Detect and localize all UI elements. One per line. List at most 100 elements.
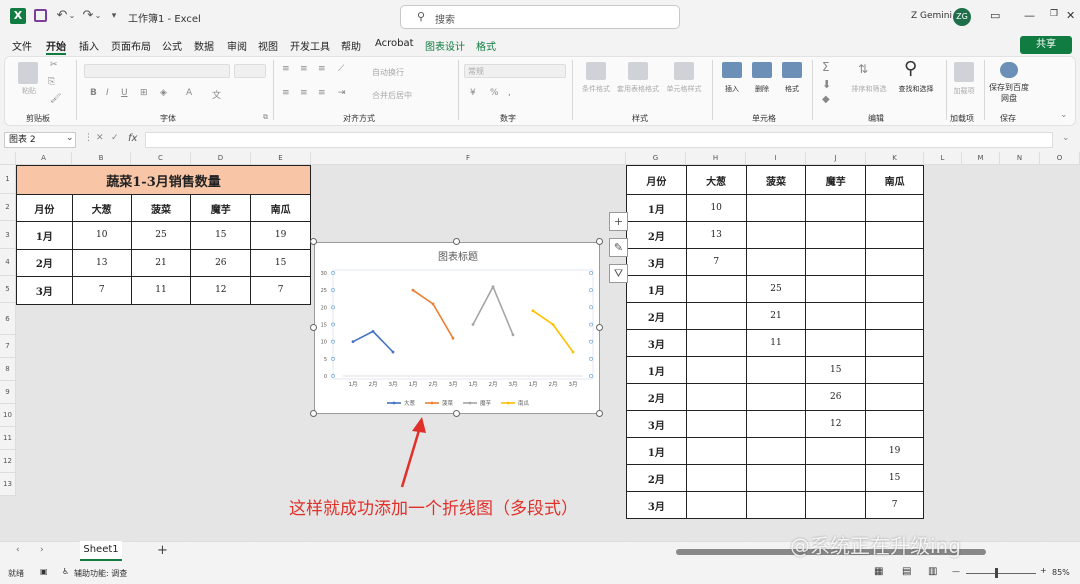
row-header[interactable]: 13 (0, 473, 16, 496)
next-sheet-icon[interactable]: › (40, 545, 44, 555)
table-cell[interactable] (805, 302, 867, 330)
column-header[interactable]: E (251, 152, 311, 165)
table-cell[interactable]: 25 (130, 221, 192, 250)
table-cell[interactable] (745, 356, 807, 384)
delete-cells-icon[interactable] (752, 62, 772, 78)
table-cell[interactable]: 2月 (16, 248, 73, 277)
column-header[interactable]: M (962, 152, 1000, 165)
table-cell[interactable]: 3月 (626, 329, 687, 357)
table-cell[interactable] (805, 275, 867, 303)
format-cells-button[interactable]: 格式 (778, 84, 806, 94)
conditional-format-button[interactable]: 条件格式 (576, 84, 616, 94)
table-cell[interactable]: 月份 (16, 194, 73, 222)
chart-resize-handle[interactable] (596, 324, 603, 331)
expand-formula-icon[interactable]: ⌄ (1062, 133, 1070, 143)
table-cell[interactable] (805, 437, 867, 465)
chart-elements-plus-icon[interactable]: + (609, 212, 628, 231)
table-cell[interactable]: 10 (71, 221, 132, 250)
table-cell[interactable]: 11 (130, 276, 192, 305)
row-header[interactable]: 12 (0, 450, 16, 473)
find-select-icon[interactable]: ⚲ (904, 58, 917, 79)
accessibility-status[interactable]: 辅助功能: 调查 (74, 568, 127, 579)
column-header[interactable]: L (924, 152, 962, 165)
table-cell[interactable]: 15 (805, 356, 867, 384)
table-cell[interactable] (865, 302, 924, 330)
column-header[interactable]: C (131, 152, 191, 165)
format-painter-icon[interactable]: 🖌 (50, 94, 61, 104)
chart-filter-icon[interactable]: ⛛ (609, 264, 628, 283)
table-cell[interactable]: 2月 (626, 383, 687, 411)
table-format-icon[interactable] (628, 62, 648, 80)
restore-icon[interactable]: ❐ (1050, 9, 1058, 19)
table-cell[interactable]: 1月 (626, 437, 687, 465)
name-box-dropdown-icon[interactable]: ⌄ (66, 133, 74, 143)
column-header[interactable]: I (746, 152, 806, 165)
table-cell[interactable]: 11 (745, 329, 807, 357)
chart-resize-handle[interactable] (453, 410, 460, 417)
table-cell[interactable]: 南瓜 (250, 194, 311, 222)
table-cell[interactable]: 1月 (626, 275, 687, 303)
table-cell[interactable]: 21 (745, 302, 807, 330)
table-cell[interactable]: 3月 (16, 276, 73, 305)
table-format-button[interactable]: 套用表格格式 (612, 84, 664, 94)
table-cell[interactable]: 26 (805, 383, 867, 411)
collapse-ribbon-icon[interactable]: ⌄ (1060, 110, 1068, 120)
table-cell[interactable] (865, 356, 924, 384)
table-cell[interactable]: 1月 (626, 194, 687, 222)
align-bottom-icon[interactable]: ≡ (318, 64, 326, 74)
merge-center-button[interactable]: 合并后居中 (372, 90, 412, 101)
table-cell[interactable]: 菠菜 (745, 165, 807, 195)
chart-resize-handle[interactable] (453, 238, 460, 245)
insert-cells-button[interactable]: 插入 (718, 84, 746, 94)
column-header[interactable]: N (1000, 152, 1040, 165)
table-cell[interactable] (685, 410, 747, 438)
table-cell[interactable]: 2月 (626, 464, 687, 492)
tab-acrobat[interactable]: Acrobat (375, 38, 414, 49)
tab-review[interactable]: 审阅 (227, 38, 247, 53)
column-header[interactable]: D (191, 152, 251, 165)
table-cell[interactable] (865, 221, 924, 249)
currency-icon[interactable]: ¥ (470, 88, 476, 98)
bold-icon[interactable]: B (90, 88, 97, 98)
table-cell[interactable]: 19 (250, 221, 311, 250)
font-dialog-launcher-icon[interactable]: ⧉ (263, 113, 268, 122)
zoom-in-icon[interactable]: + (1040, 566, 1047, 575)
align-right-icon[interactable]: ≡ (318, 88, 326, 98)
underline-icon[interactable]: U (121, 88, 128, 98)
cancel-formula-icon[interactable]: ✕ (96, 133, 104, 143)
tab-data[interactable]: 数据 (194, 38, 214, 53)
row-header[interactable]: 8 (0, 358, 16, 381)
sort-filter-icon[interactable]: ⇅ (858, 62, 868, 76)
table-cell[interactable] (865, 329, 924, 357)
row-header[interactable]: 1 (0, 165, 16, 194)
select-all-corner[interactable] (0, 152, 16, 165)
enter-formula-icon[interactable]: ✓ (111, 133, 119, 143)
font-name-select[interactable] (84, 64, 230, 78)
ribbon-display-icon[interactable]: ▭ (990, 9, 1000, 22)
font-color-icon[interactable]: A (186, 88, 192, 98)
tab-file[interactable]: 文件 (12, 38, 32, 53)
comma-icon[interactable]: , (508, 88, 511, 98)
table-cell[interactable] (805, 464, 867, 492)
fill-color-icon[interactable]: ◈ (160, 88, 167, 98)
align-center-icon[interactable]: ≡ (300, 88, 308, 98)
indent-icon[interactable]: ⇥ (338, 88, 346, 98)
chart-resize-handle[interactable] (596, 410, 603, 417)
avatar[interactable]: ZG (953, 8, 971, 26)
table-cell[interactable] (745, 194, 807, 222)
table-cell[interactable]: 7 (865, 491, 924, 519)
table-cell[interactable]: 月份 (626, 165, 687, 195)
table-cell[interactable] (685, 356, 747, 384)
table-cell[interactable] (685, 383, 747, 411)
tab-chart-design[interactable]: 图表设计 (425, 38, 465, 53)
table-title[interactable]: 蔬菜1-3月销售数量 (16, 165, 311, 195)
tab-developer[interactable]: 开发工具 (290, 38, 330, 53)
table-cell[interactable] (685, 464, 747, 492)
row-header[interactable]: 6 (0, 303, 16, 335)
table-cell[interactable] (865, 275, 924, 303)
table-cell[interactable] (745, 410, 807, 438)
row-header[interactable]: 9 (0, 381, 16, 404)
wrap-text-button[interactable]: 自动换行 (372, 67, 404, 78)
redo-dropdown-icon[interactable]: ⌄ (90, 8, 106, 24)
addins-icon[interactable] (954, 62, 974, 82)
